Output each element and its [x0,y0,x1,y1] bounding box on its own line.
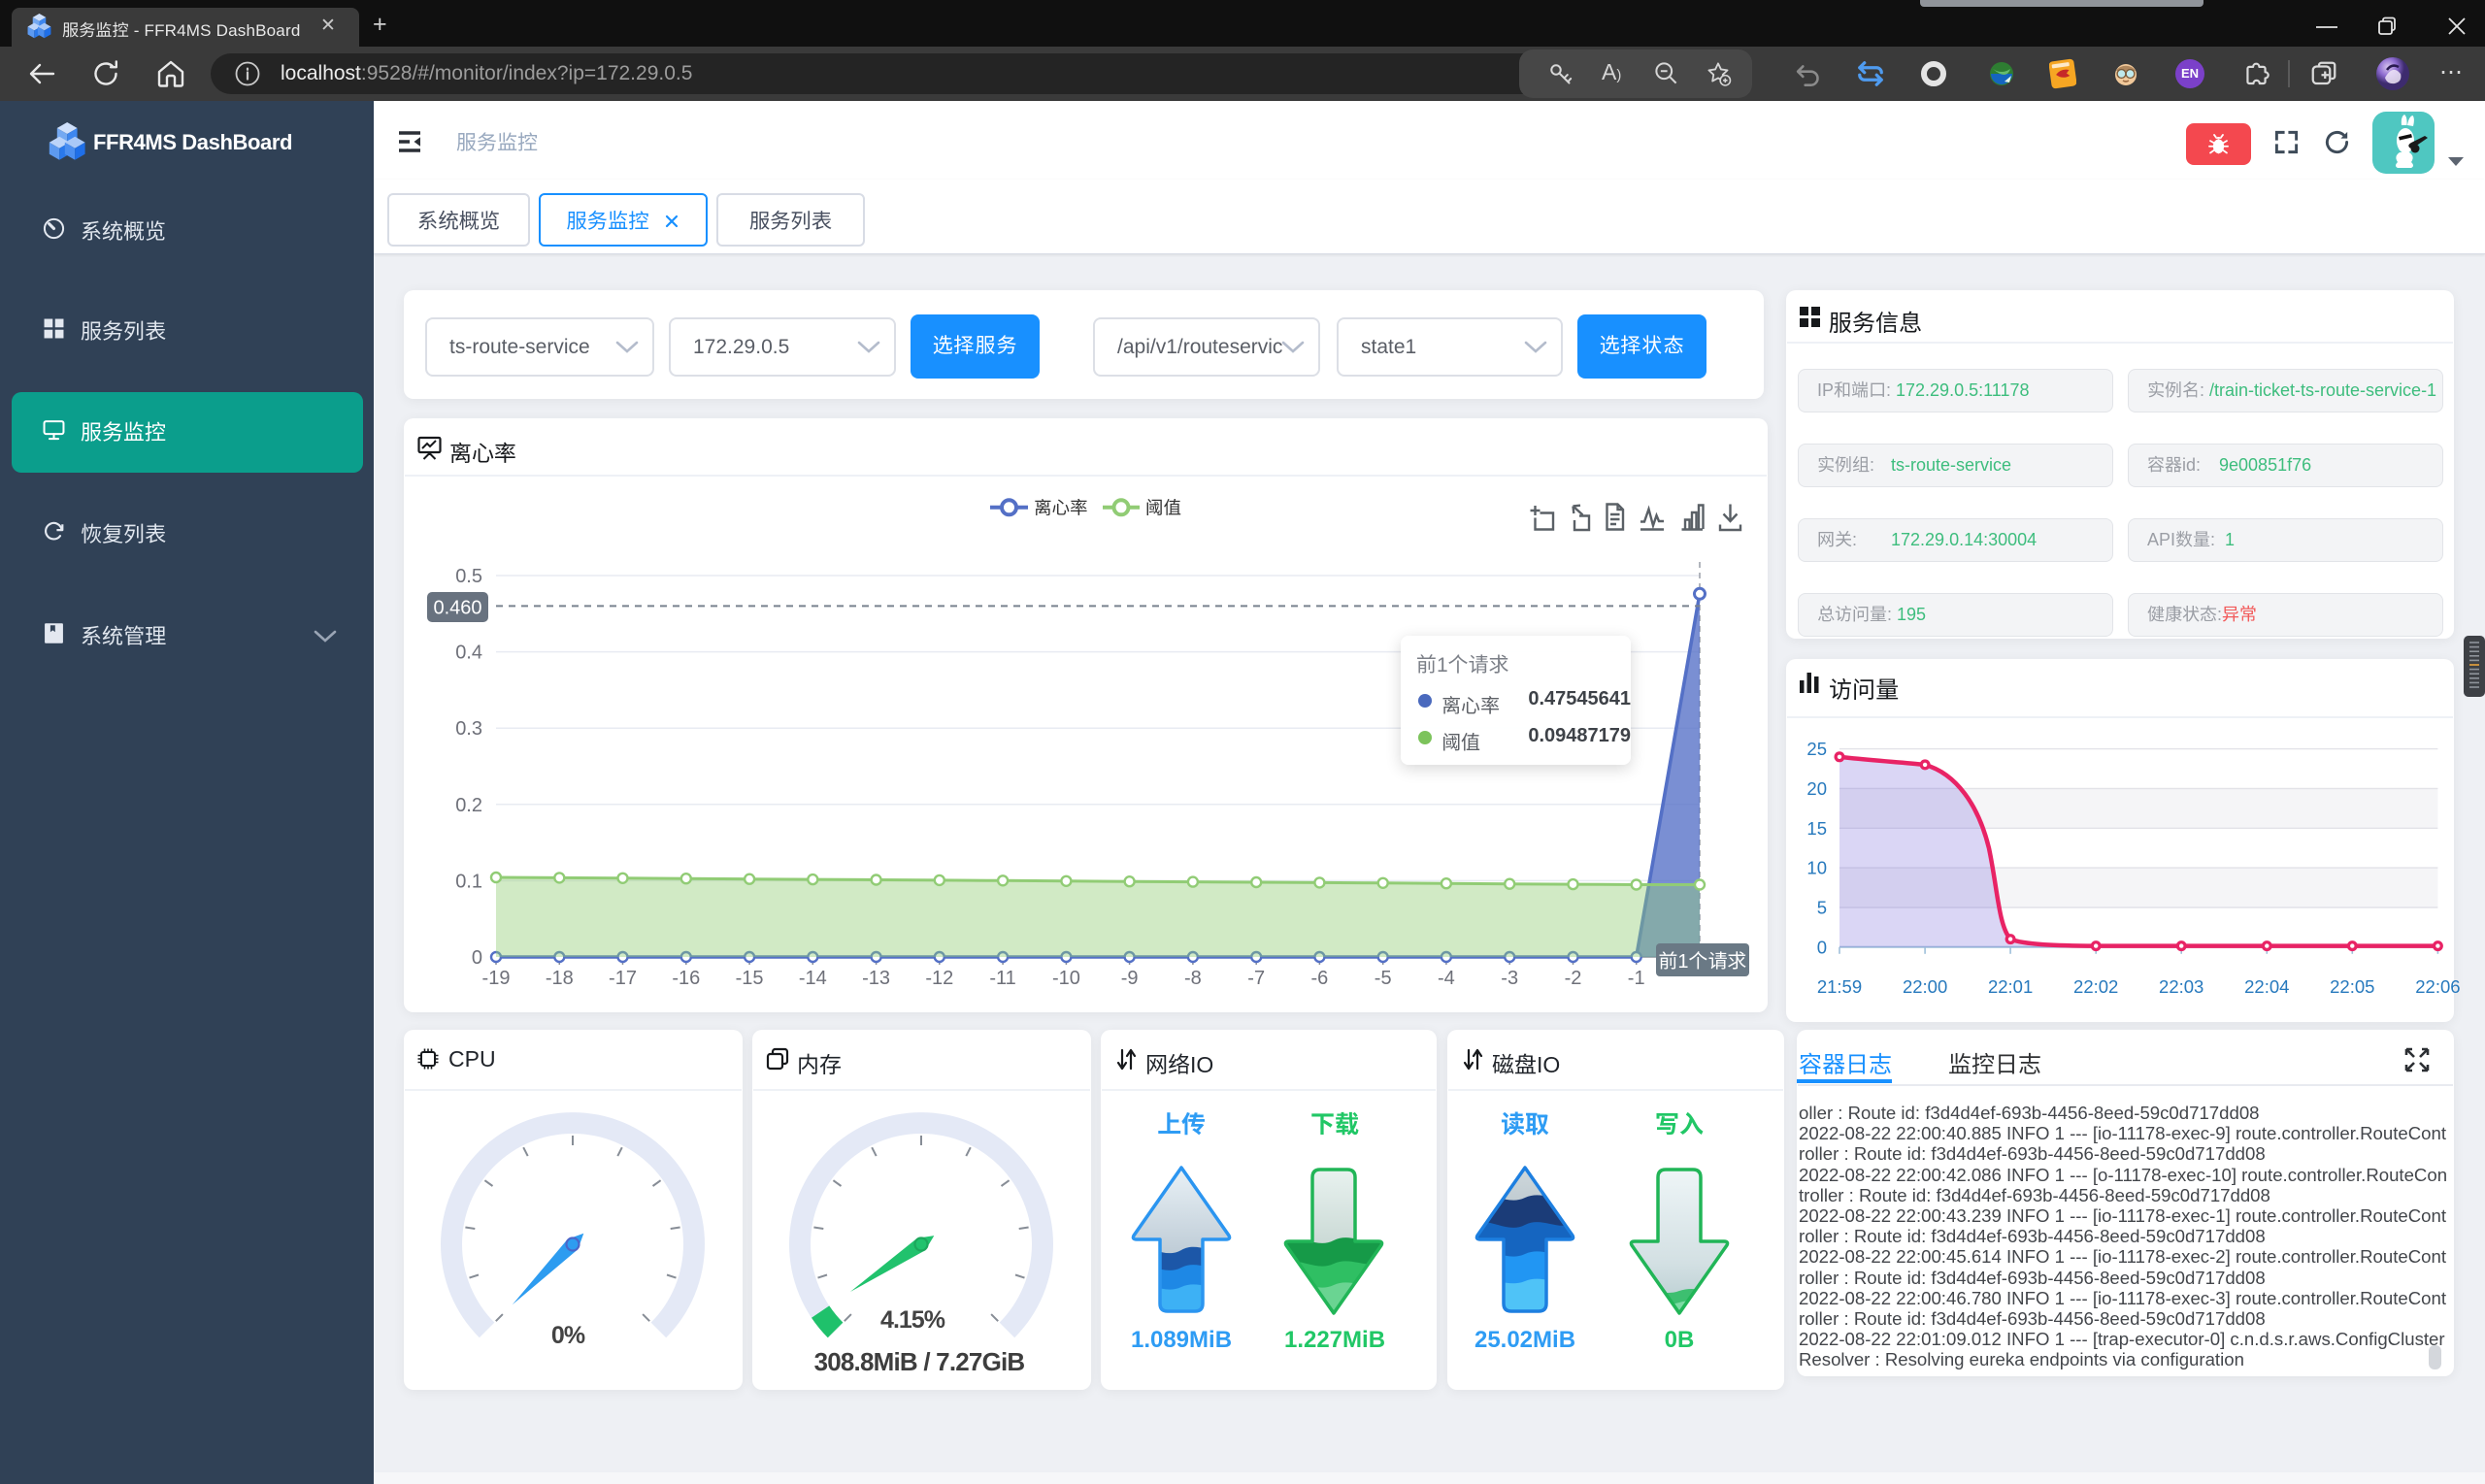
svg-text:10: 10 [1806,858,1827,878]
svg-text:22:04: 22:04 [2244,976,2289,997]
svg-text:22:02: 22:02 [2073,976,2118,997]
svg-text:阈值: 阈值 [1145,498,1181,518]
svg-text:0.2: 0.2 [455,795,482,816]
svg-text:-9: -9 [1121,968,1139,989]
svg-text:22:06: 22:06 [2415,976,2460,997]
svg-text:-6: -6 [1311,968,1329,989]
svg-text:-8: -8 [1184,968,1202,989]
svg-text:-15: -15 [736,968,764,989]
svg-text:20: 20 [1806,778,1827,799]
svg-text:22:03: 22:03 [2159,976,2203,997]
svg-text:-10: -10 [1052,968,1080,989]
svg-text:-4: -4 [1438,968,1455,989]
svg-text:22:01: 22:01 [1988,976,2033,997]
svg-text:22:00: 22:00 [1903,976,1947,997]
svg-text:0.4: 0.4 [455,643,482,664]
svg-text:-13: -13 [862,968,890,989]
svg-text:22:05: 22:05 [2330,976,2374,997]
svg-text:0.460: 0.460 [433,598,481,619]
svg-text:-14: -14 [799,968,827,989]
svg-text:-5: -5 [1375,968,1392,989]
svg-text:离心率: 离心率 [1034,498,1088,518]
svg-text:15: 15 [1806,818,1827,839]
svg-text:-7: -7 [1247,968,1265,989]
svg-text:-11: -11 [989,968,1015,989]
svg-text:-16: -16 [672,968,700,989]
svg-text:21:59: 21:59 [1817,976,1862,997]
svg-text:前1个请求: 前1个请求 [1658,951,1746,973]
svg-text:-18: -18 [546,968,574,989]
svg-text:-17: -17 [609,968,637,989]
svg-text:-3: -3 [1501,968,1518,989]
svg-text:-12: -12 [925,968,953,989]
svg-text:-19: -19 [482,968,511,989]
svg-text:0.5: 0.5 [455,566,482,587]
svg-text:5: 5 [1817,898,1827,918]
svg-text:-1: -1 [1628,968,1645,989]
svg-text:0.1: 0.1 [455,871,482,892]
svg-text:25: 25 [1806,739,1827,759]
svg-text:-2: -2 [1565,968,1582,989]
svg-text:0: 0 [1817,937,1827,957]
svg-text:0.3: 0.3 [455,718,482,740]
svg-text:0: 0 [472,947,482,969]
